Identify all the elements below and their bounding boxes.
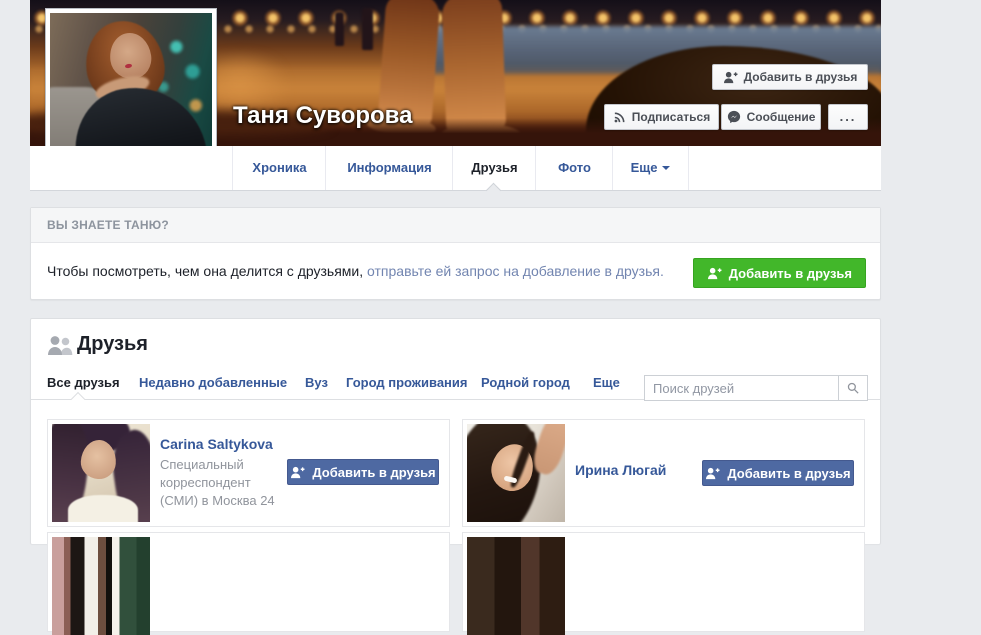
do-you-know-card: ВЫ ЗНАЕТЕ ТАНЮ? Чтобы посмотреть, чем он…: [30, 207, 881, 300]
filter-more[interactable]: Еще: [593, 371, 620, 399]
tab-photos[interactable]: Фото: [535, 146, 613, 190]
follow-button[interactable]: Подписаться: [604, 104, 719, 130]
search-icon: [847, 382, 859, 394]
cover-leg-right: [442, 0, 507, 135]
friends-search: [644, 375, 868, 401]
ellipsis-icon: ...: [840, 112, 857, 122]
person-add-icon: [723, 71, 738, 84]
friend-name-link[interactable]: Ирина Люгай: [575, 462, 666, 478]
add-friend-button[interactable]: Добавить в друзья: [287, 459, 439, 485]
person-add-icon: [707, 267, 722, 280]
friend-card-partial: [47, 532, 450, 632]
person-add-icon: [290, 466, 305, 479]
cover-add-friend-button[interactable]: Добавить в друзья: [712, 64, 868, 90]
caret-down-icon: [662, 166, 670, 174]
tab-photos-label: Фото: [558, 160, 591, 175]
friend-photo-partial[interactable]: [52, 537, 150, 635]
friend-name-link[interactable]: Carina Saltykova: [160, 436, 273, 452]
filter-all-friends-label: Все друзья: [47, 375, 120, 390]
friend-photo-partial[interactable]: [467, 537, 565, 635]
add-friend-button-label: Добавить в друзья: [312, 465, 435, 480]
friend-photo-carina[interactable]: [52, 424, 150, 522]
tab-timeline[interactable]: Хроника: [232, 146, 326, 190]
add-friend-button-label: Добавить в друзья: [727, 466, 850, 481]
do-you-know-header: ВЫ ЗНАЕТЕ ТАНЮ?: [31, 208, 880, 243]
filter-current-city-label: Город проживания: [346, 375, 468, 390]
tab-timeline-label: Хроника: [252, 160, 306, 175]
add-friend-green-label: Добавить в друзья: [729, 266, 852, 281]
profile-nav-bar: Хроника Информация Друзья Фото Еще: [30, 146, 881, 191]
cover-more-button[interactable]: ...: [828, 104, 868, 130]
follow-label: Подписаться: [632, 110, 710, 124]
add-friend-button[interactable]: Добавить в друзья: [702, 460, 854, 486]
photo-clothing: [68, 495, 139, 522]
filter-all-friends[interactable]: Все друзья: [47, 371, 120, 399]
do-you-know-text: Чтобы посмотреть, чем она делится с друз…: [47, 263, 664, 279]
friend-card-carina: Carina Saltykova Специальный корреспонде…: [47, 419, 450, 527]
message-label: Сообщение: [747, 110, 816, 124]
filter-more-label: Еще: [593, 375, 620, 390]
do-you-know-message: Чтобы посмотреть, чем она делится с друз…: [47, 263, 367, 279]
friend-subtitle: Специальный корреспондент (СМИ) в Москва…: [160, 456, 285, 510]
tab-more[interactable]: Еще: [612, 146, 689, 190]
friends-section: Друзья Все друзья Недавно добавленные Ву…: [30, 318, 881, 544]
friend-card-partial: [462, 532, 865, 632]
profile-name: Таня Суворова: [233, 102, 412, 130]
cover-add-friend-label: Добавить в друзья: [744, 70, 858, 84]
profile-picture-image: [50, 13, 212, 167]
friends-section-title: Друзья: [77, 333, 148, 356]
filter-college[interactable]: Вуз: [305, 371, 328, 399]
tab-more-label: Еще: [631, 160, 658, 175]
filter-hometown-label: Родной город: [481, 375, 570, 390]
tab-about-label: Информация: [347, 160, 431, 175]
friends-icon: [47, 335, 74, 356]
cover-person-silhouette: [362, 8, 373, 50]
filter-recently-added[interactable]: Недавно добавленные: [139, 371, 287, 399]
filter-college-label: Вуз: [305, 375, 328, 390]
facebook-profile-page: Таня Суворова Добавить в друзья Подписат…: [0, 0, 981, 542]
add-friend-green-button[interactable]: Добавить в друзья: [693, 258, 866, 288]
tab-about[interactable]: Информация: [325, 146, 453, 190]
send-request-link[interactable]: отправьте ей запрос на добавление в друз…: [367, 263, 664, 279]
follow-icon: [613, 111, 626, 124]
person-add-icon: [705, 467, 720, 480]
friends-search-input[interactable]: [644, 375, 838, 401]
do-you-know-body: Чтобы посмотреть, чем она делится с друз…: [31, 243, 880, 300]
messenger-icon: [727, 110, 741, 124]
message-button[interactable]: Сообщение: [721, 104, 821, 130]
friends-search-button[interactable]: [838, 375, 868, 401]
filter-recently-added-label: Недавно добавленные: [139, 375, 287, 390]
filter-hometown[interactable]: Родной город: [481, 371, 570, 399]
cover-person-silhouette: [335, 12, 344, 46]
filter-current-city[interactable]: Город проживания: [346, 371, 468, 399]
friend-card-irina: Ирина Люгай Добавить в друзья: [462, 419, 865, 527]
friend-photo-irina[interactable]: [467, 424, 565, 522]
tab-friends-label: Друзья: [471, 160, 517, 175]
